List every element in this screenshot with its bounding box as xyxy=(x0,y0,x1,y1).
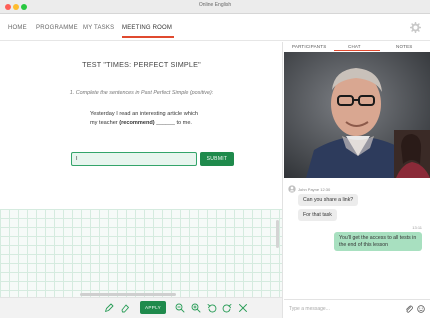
gear-icon[interactable] xyxy=(410,22,421,33)
submit-button[interactable]: SUBMIT xyxy=(200,152,234,166)
tab-participants[interactable]: PARTICIPANTS xyxy=(292,44,326,49)
workspace: TEST "TIMES: PERFECT SIMPLE" 1. Complete… xyxy=(0,42,283,318)
message-input[interactable]: Type a message... xyxy=(289,306,330,312)
redo-icon[interactable] xyxy=(221,302,233,314)
chat-composer[interactable]: Type a message... xyxy=(284,299,430,318)
app-window: Online English HOME PROGRAMME MY TASKS M… xyxy=(0,0,430,318)
nav-active-underline xyxy=(122,36,174,38)
horizontal-scrollbar[interactable] xyxy=(80,293,176,296)
eraser-icon[interactable] xyxy=(119,302,131,314)
panel-tabs: PARTICIPANTS CHAT NOTES xyxy=(284,42,430,52)
zoom-out-icon[interactable] xyxy=(174,302,186,314)
tab-chat[interactable]: CHAT xyxy=(348,44,361,49)
test-instruction: 1. Complete the sentences in Past Perfec… xyxy=(69,90,214,96)
top-nav: HOME PROGRAMME MY TASKS MEETING ROOM xyxy=(0,14,430,41)
teacher-video-image xyxy=(284,52,430,178)
window-title: Online English xyxy=(198,2,232,8)
sentence-blank: ______ to me. xyxy=(154,120,192,126)
user-avatar-icon xyxy=(288,185,296,193)
chat-area: John Payne 12:30 Can you share a link? F… xyxy=(284,183,430,299)
pencil-icon[interactable] xyxy=(103,302,115,314)
video-main xyxy=(284,52,430,178)
sentence-line-2: my teacher (recommend) ______ to me. xyxy=(90,119,230,128)
test-title: TEST "TIMES: PERFECT SIMPLE" xyxy=(82,60,201,69)
tab-notes[interactable]: NOTES xyxy=(396,44,413,49)
sentence-keyword: (recommend) xyxy=(119,120,155,126)
vertical-scrollbar[interactable] xyxy=(276,220,279,248)
chat-message-in: Can you share a link? xyxy=(298,194,359,206)
close-icon[interactable] xyxy=(237,302,249,314)
nav-my-tasks[interactable]: MY TASKS xyxy=(83,25,114,31)
chat-message-in: For that task xyxy=(298,209,337,221)
attachment-icon[interactable] xyxy=(404,304,414,314)
sentence-line-1: Yesterday I read an interesting article … xyxy=(90,111,198,117)
chat-time-out: 13:11 xyxy=(412,225,422,230)
zoom-in-icon[interactable] xyxy=(190,302,202,314)
emoji-icon[interactable] xyxy=(416,304,426,314)
chat-sender: John Payne 12:30 xyxy=(298,187,331,192)
answer-input[interactable]: I xyxy=(71,152,197,166)
drawing-canvas[interactable] xyxy=(0,209,282,297)
side-panel: PARTICIPANTS CHAT NOTES John Payne 12:30… xyxy=(284,42,430,318)
test-sentence: Yesterday I read an interesting article … xyxy=(90,110,230,128)
drawing-toolbar: APPLY xyxy=(0,297,282,318)
tab-active-underline xyxy=(334,50,380,52)
undo-icon[interactable] xyxy=(206,302,218,314)
chat-message-out: You'll get the access to all tests in th… xyxy=(334,232,422,251)
nav-programme[interactable]: PROGRAMME xyxy=(36,25,78,31)
nav-meeting-room[interactable]: MEETING ROOM xyxy=(122,25,172,31)
nav-home[interactable]: HOME xyxy=(8,25,27,31)
apply-button[interactable]: APPLY xyxy=(140,301,166,314)
title-bar: Online English xyxy=(0,0,430,14)
sentence-text: my teacher xyxy=(90,120,120,126)
